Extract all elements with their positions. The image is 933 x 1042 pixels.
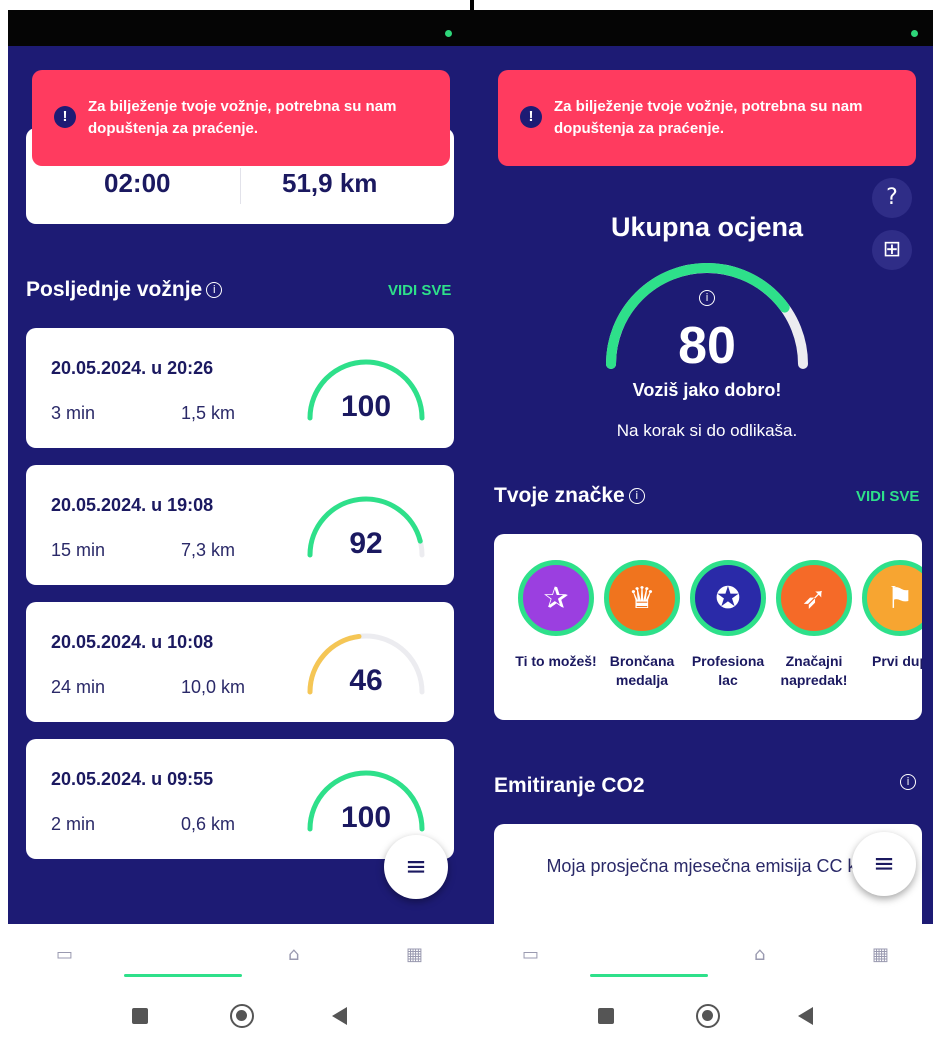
ride-distance: 7,3 km — [181, 540, 236, 560]
status-bar — [8, 10, 474, 46]
system-navigation — [474, 988, 933, 1042]
badges-title-text: Tvoje značke — [494, 484, 625, 507]
ride-date: 20.05.2024. u 09:55 — [51, 769, 214, 789]
rides-screen: 02:00 51,9 km ! Za bilježenje tvoje vožn… — [8, 10, 474, 1042]
medal-icon: ✪ — [690, 560, 766, 636]
ride-distance: 10,0 km — [181, 677, 246, 697]
menu-fab-button[interactable]: ≡ — [384, 835, 448, 899]
ride-score: 100 — [340, 801, 392, 834]
ride-duration: 3 min — [51, 403, 96, 423]
permission-alert[interactable]: ! Za bilježenje tvoje vožnje, potrebna s… — [498, 70, 916, 166]
badge-label: Profesiona lac — [691, 653, 765, 688]
stars-icon: ✰ — [518, 560, 594, 636]
info-icon[interactable]: i — [628, 488, 645, 504]
permission-alert-text: Za bilježenje tvoje vožnje, potrebna su … — [88, 98, 397, 137]
nav-active-indicator — [590, 974, 708, 977]
nav-grid-icon[interactable]: ▦ — [872, 946, 889, 964]
flags-icon: ⚑ — [862, 560, 922, 636]
system-navigation — [8, 988, 474, 1042]
menu-fab-button[interactable]: ≡ — [852, 832, 916, 896]
see-all-rides-link[interactable]: VIDI SVE — [388, 282, 451, 299]
badges-title: Tvoje značke i — [494, 484, 645, 508]
nav-card-icon[interactable]: ▭ — [522, 946, 539, 964]
see-all-badges-link[interactable]: VIDI SVE — [856, 488, 919, 505]
overall-score-title: Ukupna ocjena — [610, 212, 804, 242]
recents-button[interactable] — [598, 1008, 614, 1024]
badge-item[interactable]: ✪ Profesiona lac — [684, 560, 772, 690]
badge-label: Značajni napredak! — [780, 653, 848, 688]
permission-alert-text: Za bilježenje tvoje vožnje, potrebna su … — [554, 98, 863, 137]
badge-item[interactable]: ⚑ Prvi dup — [856, 560, 922, 671]
home-button[interactable] — [696, 1004, 720, 1028]
co2-info-icon[interactable]: i — [896, 774, 916, 793]
summary-distance: 51,9 km — [282, 168, 378, 198]
ride-score: 100 — [340, 390, 392, 423]
exclamation-icon: ! — [54, 106, 76, 128]
recents-button[interactable] — [132, 1008, 148, 1024]
trophy-icon: ♛ — [604, 560, 680, 636]
bottom-navigation: ▭ ⌂ ▦ — [8, 924, 474, 988]
nav-basket-icon[interactable]: ⌂ — [754, 946, 765, 964]
ride-date: 20.05.2024. u 10:08 — [51, 632, 214, 652]
bottom-navigation: ▭ ⌂ ▦ — [474, 924, 933, 988]
score-message: Voziš jako dobro! — [632, 380, 782, 400]
ride-card[interactable]: 20.05.2024. u 10:08 24 min 10,0 km 46 — [26, 602, 454, 722]
ride-duration: 15 min — [51, 540, 106, 560]
home-button[interactable] — [230, 1004, 254, 1028]
nav-card-icon[interactable]: ▭ — [56, 946, 73, 964]
rocket-icon: ➶ — [776, 560, 852, 636]
badge-label: Prvi dup — [871, 653, 922, 669]
ride-card[interactable]: 20.05.2024. u 19:08 15 min 7,3 km 92 — [26, 465, 454, 585]
score-subtitle: Na korak si do odlikaša. — [616, 421, 798, 440]
ride-duration: 2 min — [51, 814, 96, 834]
score-screen: ! Za bilježenje tvoje vožnje, potrebna s… — [474, 10, 933, 1042]
summary-separator — [240, 168, 241, 204]
back-button[interactable] — [798, 1007, 813, 1025]
nav-basket-icon[interactable]: ⌂ — [288, 946, 299, 964]
status-bar — [474, 10, 933, 46]
badges-card: ✰ Ti to možeš! ♛ Brončana medalja ✪ Prof… — [494, 534, 922, 720]
overall-score-value: 80 — [678, 317, 736, 375]
ride-card[interactable]: 20.05.2024. u 09:55 2 min 0,6 km 100 — [26, 739, 454, 859]
badge-label: Brončana medalja — [609, 653, 675, 688]
exclamation-icon: ! — [520, 106, 542, 128]
permission-alert[interactable]: ! Za bilježenje tvoje vožnje, potrebna s… — [32, 70, 450, 166]
status-indicator-dot — [911, 30, 918, 37]
recent-rides-title-text: Posljednje vožnje — [26, 278, 203, 301]
badge-label: Ti to možeš! — [515, 653, 597, 669]
ride-date: 20.05.2024. u 19:08 — [51, 495, 214, 515]
ride-distance: 1,5 km — [181, 403, 236, 423]
ride-score: 46 — [349, 664, 383, 697]
ride-distance: 0,6 km — [181, 814, 236, 834]
status-indicator-dot — [445, 30, 452, 37]
badge-item[interactable]: ♛ Brončana medalja — [598, 560, 686, 690]
badge-item[interactable]: ➶ Značajni napredak! — [770, 560, 858, 690]
score-info-icon[interactable]: i — [474, 290, 933, 309]
co2-text: Moja prosječna mjesečna emisija CC km — [546, 856, 872, 876]
info-icon[interactable]: i — [206, 282, 223, 298]
ride-score: 92 — [349, 527, 383, 560]
recent-rides-title: Posljednje vožnje i — [26, 278, 223, 302]
ride-duration: 24 min — [51, 677, 106, 697]
nav-grid-icon[interactable]: ▦ — [406, 946, 423, 964]
ride-card[interactable]: 20.05.2024. u 20:26 3 min 1,5 km 100 — [26, 328, 454, 448]
ride-date: 20.05.2024. u 20:26 — [51, 358, 214, 378]
co2-title: Emitiranje CO2 — [494, 774, 645, 797]
badge-item[interactable]: ✰ Ti to možeš! — [512, 560, 600, 671]
nav-active-indicator — [124, 974, 242, 977]
summary-time: 02:00 — [104, 168, 171, 198]
back-button[interactable] — [332, 1007, 347, 1025]
